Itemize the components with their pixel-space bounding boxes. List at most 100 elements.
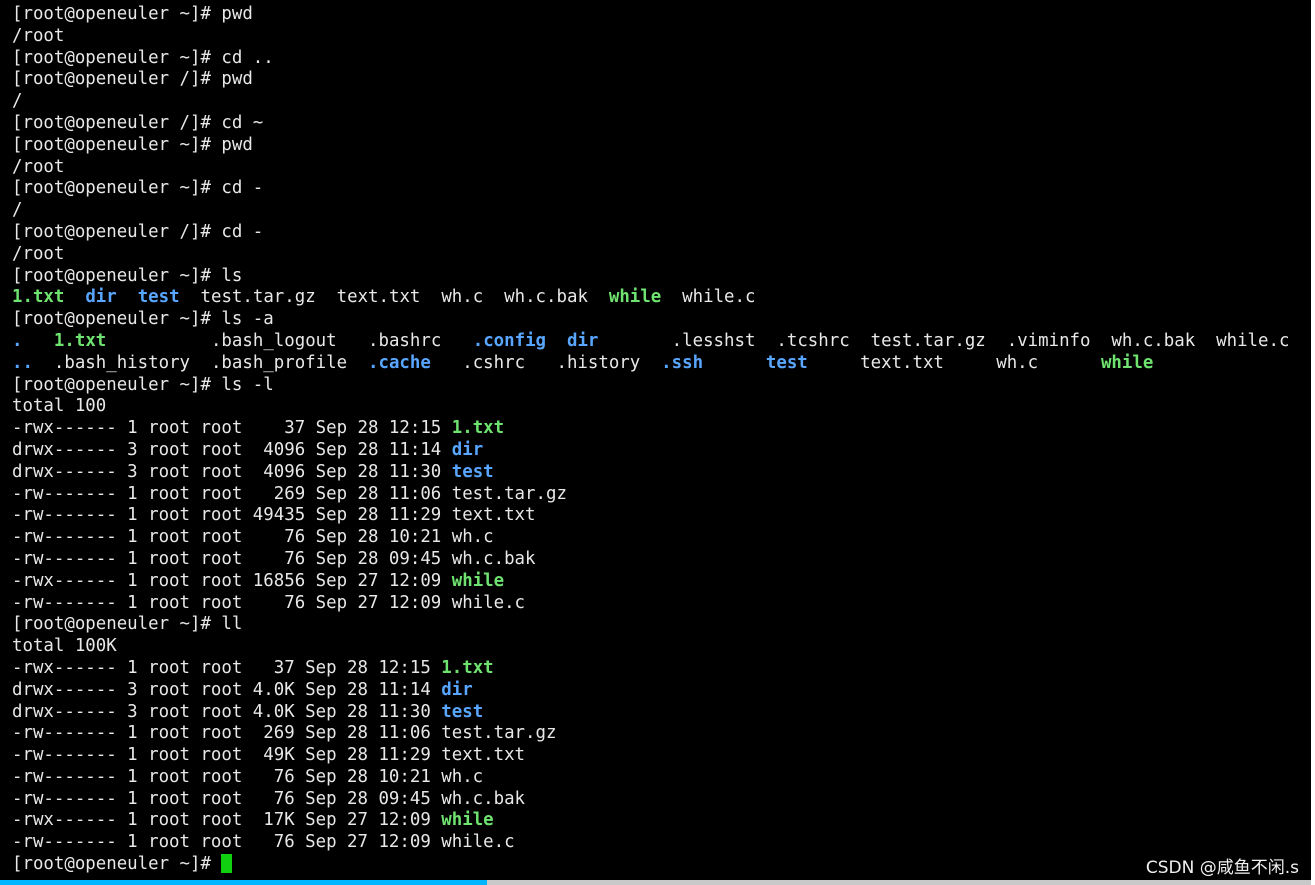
terminal-text: -rwx------ 1 root root 16856 Sep 27 12:0…: [12, 570, 452, 591]
terminal-text: /: [12, 91, 23, 112]
directory-name: dir: [441, 679, 473, 700]
terminal-text: test.tar.gz text.txt wh.c wh.c.bak: [179, 287, 609, 308]
terminal-line: /root: [12, 26, 1289, 48]
text-cursor: [221, 854, 233, 874]
terminal-text: .bash_logout .bashrc: [106, 330, 473, 351]
terminal-text: while.c: [661, 287, 756, 308]
terminal-text: [root@openeuler ~]# cd ..: [12, 47, 274, 68]
directory-name: dir: [85, 287, 117, 308]
terminal-line: -rw------- 1 root root 76 Sep 28 09:45 w…: [12, 789, 1289, 811]
terminal-text: /root: [12, 243, 65, 264]
terminal-line: drwx------ 3 root root 4096 Sep 28 11:30…: [12, 462, 1289, 484]
directory-name: .: [12, 330, 23, 351]
executable-name: while: [441, 810, 494, 831]
terminal-text: -rw------- 1 root root 49435 Sep 28 11:2…: [12, 505, 536, 526]
prompt-line[interactable]: [root@openeuler ~]#: [12, 854, 1289, 876]
terminal-line: -rw------- 1 root root 76 Sep 27 12:09 w…: [12, 593, 1289, 615]
terminal-line: drwx------ 3 root root 4096 Sep 28 11:14…: [12, 440, 1289, 462]
executable-name: 1.txt: [53, 330, 107, 351]
horizontal-scrollbar[interactable]: [0, 880, 1311, 885]
terminal-text: [root@openeuler ~]# ls -l: [12, 374, 274, 395]
terminal-text: [root@openeuler ~]# ls -a: [12, 309, 274, 330]
terminal-text: -rwx------ 1 root root 37 Sep 28 12:15: [12, 418, 452, 439]
terminal-line: .. .bash_history .bash_profile .cache .c…: [12, 353, 1289, 375]
directory-name: test: [451, 461, 494, 482]
terminal-text: [root@openeuler ~]# pwd: [12, 4, 253, 24]
terminal-text: -rw------- 1 root root 269 Sep 28 11:06 …: [12, 483, 567, 504]
terminal-text: /root: [12, 25, 65, 46]
executable-name: 1.txt: [451, 418, 505, 439]
terminal-text: /root: [12, 156, 65, 177]
terminal-text: [root@openeuler ~]# cd -: [12, 178, 264, 199]
terminal-text: drwx------ 3 root root 4096 Sep 28 11:30: [12, 461, 452, 482]
directory-name: test: [765, 352, 808, 373]
directory-name: ..: [12, 352, 33, 373]
terminal-text: [root@openeuler ~]# pwd: [12, 134, 253, 155]
scrollbar-thumb[interactable]: [0, 880, 487, 885]
watermark: CSDN @咸鱼不闲.s: [1145, 858, 1299, 878]
terminal-text: -rw------- 1 root root 76 Sep 28 10:21 w…: [12, 766, 484, 787]
terminal-line: /root: [12, 244, 1289, 266]
terminal-line: total 100K: [12, 636, 1289, 658]
terminal-output: [root@openeuler ~]# pwd/root [root@openeu…: [12, 4, 1289, 876]
directory-name: .ssh: [661, 352, 704, 373]
terminal-line: [root@openeuler ~]# cd ..: [12, 48, 1289, 70]
terminal-text: .cshrc .history: [430, 352, 662, 373]
terminal-text: [root@openeuler ~]# ls: [12, 265, 243, 286]
terminal-text: drwx------ 3 root root 4096 Sep 28 11:14: [12, 439, 452, 460]
shell-prompt: [root@openeuler ~]#: [12, 854, 222, 875]
terminal-line: drwx------ 3 root root 4.0K Sep 28 11:14…: [12, 680, 1289, 702]
directory-name: test: [137, 287, 180, 308]
terminal-line: [root@openeuler ~]# pwd: [12, 4, 1289, 26]
terminal-text: -rw------- 1 root root 76 Sep 27 12:09 w…: [12, 592, 526, 613]
terminal-line: -rw------- 1 root root 76 Sep 28 10:21 w…: [12, 527, 1289, 549]
terminal-line: -rwx------ 1 root root 17K Sep 27 12:09 …: [12, 810, 1289, 832]
directory-name: dir: [451, 439, 484, 460]
directory-name: test: [441, 701, 484, 722]
terminal-text: .lesshst .tcshrc test.tar.gz .viminfo wh…: [598, 330, 1290, 351]
terminal-text: [root@openeuler ~]# ll: [12, 614, 243, 635]
terminal-line: -rw------- 1 root root 76 Sep 27 12:09 w…: [12, 832, 1289, 854]
terminal-line: /: [12, 200, 1289, 222]
terminal-text: -rw------- 1 root root 76 Sep 28 10:21 w…: [12, 527, 494, 548]
terminal-text: -rw------- 1 root root 76 Sep 28 09:45 w…: [12, 788, 526, 809]
terminal-line: [root@openeuler ~]# pwd: [12, 135, 1289, 157]
terminal-line: [root@openeuler ~]# ls -l: [12, 375, 1289, 397]
terminal-line: drwx------ 3 root root 4.0K Sep 28 11:30…: [12, 702, 1289, 724]
terminal-line: [root@openeuler /]# cd -: [12, 222, 1289, 244]
terminal-line: [root@openeuler ~]# ls: [12, 266, 1289, 288]
terminal-text: -rwx------ 1 root root 37 Sep 28 12:15: [12, 657, 442, 678]
terminal-window[interactable]: [root@openeuler ~]# pwd/root [root@openeu…: [0, 0, 1315, 885]
terminal-text: text.txt wh.c: [807, 352, 1101, 373]
terminal-line: -rwx------ 1 root root 37 Sep 28 12:15 1…: [12, 418, 1289, 440]
executable-name: while: [1100, 352, 1154, 373]
terminal-line: -rw------- 1 root root 269 Sep 28 11:06 …: [12, 484, 1289, 506]
terminal-text: -rw------- 1 root root 269 Sep 28 11:06 …: [12, 723, 557, 744]
directory-name: dir: [566, 330, 599, 351]
executable-name: 1.txt: [441, 657, 494, 678]
executable-name: while: [608, 287, 662, 308]
terminal-text: -rwx------ 1 root root 17K Sep 27 12:09: [12, 810, 442, 831]
terminal-text: -rw------- 1 root root 76 Sep 27 12:09 w…: [12, 832, 515, 853]
terminal-line: . 1.txt .bash_logout .bashrc .config dir…: [12, 331, 1289, 353]
terminal-line: [root@openeuler /]# pwd: [12, 69, 1289, 91]
terminal-text: -rw------- 1 root root 76 Sep 28 09:45 w…: [12, 548, 536, 569]
terminal-text: [root@openeuler /]# cd -: [12, 221, 264, 242]
terminal-line: [root@openeuler /]# cd ~: [12, 113, 1289, 135]
terminal-text: .bash_history .bash_profile: [32, 352, 368, 373]
terminal-text: total 100: [12, 396, 107, 417]
terminal-text: drwx------ 3 root root 4.0K Sep 28 11:30: [12, 701, 442, 722]
terminal-line: -rw------- 1 root root 76 Sep 28 09:45 w…: [12, 549, 1289, 571]
terminal-line: -rw------- 1 root root 269 Sep 28 11:06 …: [12, 723, 1289, 745]
terminal-line: total 100: [12, 396, 1289, 418]
terminal-line: -rw------- 1 root root 49K Sep 28 11:29 …: [12, 745, 1289, 767]
terminal-text: /: [12, 200, 23, 221]
executable-name: 1.txt: [12, 287, 65, 308]
terminal-text: -rw------- 1 root root 49K Sep 28 11:29 …: [12, 745, 526, 766]
terminal-line: /root: [12, 157, 1289, 179]
